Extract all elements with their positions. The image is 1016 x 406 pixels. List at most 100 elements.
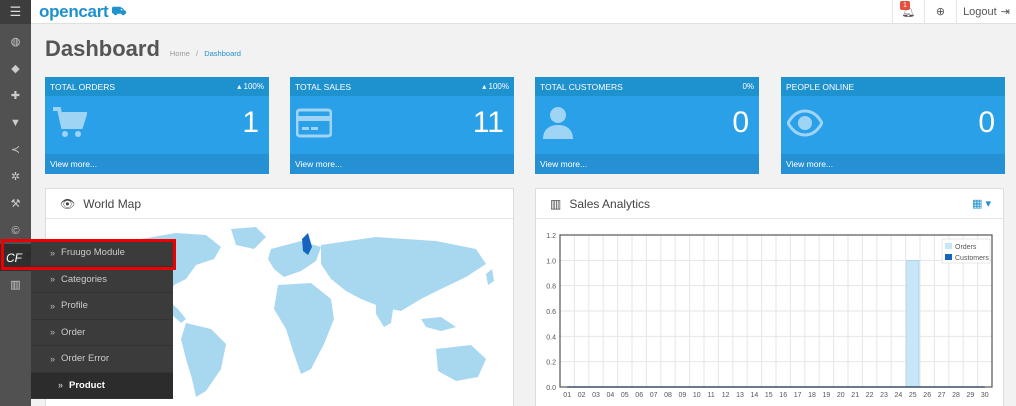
tile-value: 1 [242,106,259,139]
x-tick-label: 17 [794,392,802,399]
y-tick-label: 0.4 [546,334,556,341]
x-tick-label: 03 [592,392,600,399]
y-tick-label: 0.8 [546,284,556,291]
sidebar-item-reports[interactable]: ▥ [0,271,31,298]
view-more-link[interactable]: View more... [535,154,759,174]
x-tick-label: 24 [895,392,903,399]
menu-item-profile[interactable]: » Profile [31,293,173,320]
x-tick-label: 22 [866,392,874,399]
sidebar-item-catalog[interactable]: ◆ [0,55,31,82]
legend-label: Customers [955,255,989,262]
y-tick-label: 0.0 [546,385,556,392]
legend-swatch [945,243,952,249]
opencart-logo[interactable]: opencart ⛟ [39,2,126,22]
sidebar-item-extensions[interactable]: ✚ [0,82,31,109]
tile-title: TOTAL SALES [295,81,352,92]
shopping-cart-icon: ▼ [10,116,21,129]
logo-text: opencart [39,1,109,21]
wrench-icon: ⚒ [10,198,21,210]
y-tick-label: 1.2 [546,233,556,240]
menu-item-categories[interactable]: » Categories [31,267,173,293]
x-tick-label: 01 [563,392,571,399]
double-chevron-icon: » [50,327,56,338]
tile-value: 0 [732,106,749,139]
tile-change: ▴ 100% [237,82,264,91]
sidebar-item-design[interactable]: © [0,217,31,244]
breadcrumb-separator: / [196,49,199,58]
tile-people-online: PEOPLE ONLINE 0 View more... [781,77,1005,174]
menu-item-order[interactable]: » Order [31,320,173,346]
x-tick-label: 30 [981,392,989,399]
cf-label: CF [6,250,22,265]
x-tick-label: 16 [779,392,787,399]
x-tick-label: 21 [851,392,859,399]
tile-change: 0% [742,82,754,91]
view-more-link[interactable]: View more... [290,154,514,174]
panel-title: World Map [83,196,142,211]
menu-item-order-error[interactable]: » Order Error [31,346,173,373]
view-more-link[interactable]: View more... [45,154,269,174]
sidebar-item-system[interactable]: ✲ [0,163,31,190]
bar-chart-icon: ▥ [550,196,562,211]
tile-title: TOTAL ORDERS [50,81,116,92]
eye-icon: 👁︎ [60,196,76,211]
view-more-link[interactable]: View more... [781,154,1005,174]
x-tick-label: 10 [693,392,701,399]
x-tick-label: 23 [880,392,888,399]
menu-item-fruugo-module[interactable]: » Fruugo Module [31,240,173,267]
user-icon [543,107,573,139]
y-tick-label: 0.2 [546,360,556,367]
double-chevron-icon: » [50,247,56,258]
x-tick-label: 02 [578,392,586,399]
x-tick-label: 08 [664,392,672,399]
logout-button[interactable]: Logout ⇥ [956,0,1016,24]
caret-down-icon: ▾ [985,198,991,210]
logo-cart-icon: ⛟ [111,3,127,18]
logout-label: Logout [963,5,997,18]
breadcrumb-dashboard[interactable]: Dashboard [204,49,241,58]
dashboard-icon: ◍ [10,36,21,48]
tile-title: PEOPLE ONLINE [786,81,855,92]
sidebar-item-marketing[interactable]: ≺ [0,136,31,163]
fruugo-flyout-menu: » Fruugo Module » Categories » Profile » Ord… [31,240,173,399]
tile-value: 11 [472,106,504,139]
y-tick-label: 0.6 [546,309,556,316]
menu-item-label: Categories [61,273,107,285]
menu-item-label: Order Error [61,353,110,365]
tile-total-orders: TOTAL ORDERS ▴ 100% 1 View more... [45,77,269,174]
page-title: Dashboard [45,36,160,61]
sidebar: ◍ ◆ ✚ ▼ ≺ ✲ ⚒ © CF ▥ [0,24,40,406]
sidebar-item-sales[interactable]: ▼ [0,109,31,136]
x-tick-label: 26 [923,392,931,399]
bar-orders [906,260,920,388]
calendar-dropdown-button[interactable]: ▦ ▾ [972,197,991,210]
sign-out-icon: ⇥ [1000,6,1010,18]
menu-item-label: Order [61,326,86,338]
tile-change: ▴ 100% [482,82,509,91]
legend-swatch [945,254,952,260]
menu-item-product[interactable]: » Product [31,372,173,399]
breadcrumb-home[interactable]: Home [170,49,190,58]
x-tick-label: 18 [808,392,816,399]
sales-chart: 0.0 0.2 0.4 0.6 0.8 1.0 1.2 01 02 03 04 05 06 07 08 09 1… [546,233,993,399]
notifications-button[interactable]: 1 🔔︎ [892,0,924,24]
y-tick-label: 1.0 [546,258,556,265]
menu-item-label: Fruugo Module [61,247,125,259]
x-tick-label: 28 [952,392,960,399]
menu-item-label: Profile [61,300,88,312]
life-ring-icon: ⊕ [935,6,946,18]
menu-toggle-icon[interactable]: ☰ [0,0,31,24]
x-tick-label: 15 [765,392,773,399]
help-button[interactable]: ⊕ [924,0,956,24]
x-tick-label: 11 [708,392,715,399]
tag-icon: ◆ [11,63,20,75]
double-chevron-icon: » [50,353,56,364]
gear-icon: ✲ [10,171,21,183]
x-tick-label: 19 [823,392,831,399]
tile-total-customers: TOTAL CUSTOMERS 0% 0 View more... [535,77,759,174]
puzzle-icon: ✚ [10,90,21,102]
sidebar-item-tools[interactable]: ⚒ [0,190,31,217]
sales-analytics-panel: ▥ Sales Analytics ▦ ▾ 0.0 0.2 0.4 0.6 0.8 1.0… [535,188,1004,406]
x-tick-label: 29 [967,392,975,399]
sidebar-item-dashboard[interactable]: ◍ [0,28,31,55]
